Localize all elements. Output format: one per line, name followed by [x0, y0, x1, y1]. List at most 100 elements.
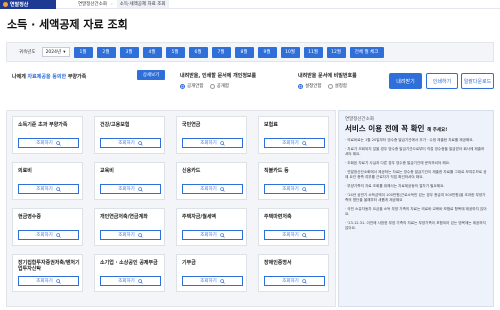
view-button-label: 조회하기: [118, 279, 135, 284]
radio-checked-icon: [180, 83, 185, 89]
search-icon: [138, 278, 143, 284]
view-button[interactable]: 조회하기: [182, 138, 243, 148]
view-button[interactable]: 조회하기: [100, 230, 161, 240]
radio-label: 설정안함: [305, 84, 322, 89]
month-button-12[interactable]: 12월: [326, 46, 346, 58]
view-button-label: 조회하기: [282, 279, 299, 284]
notice-title-suffix: 해 주세요!: [427, 128, 448, 133]
card-title: 개인연금저축/연금계좌: [100, 214, 148, 220]
view-button[interactable]: 조회하기: [18, 138, 79, 148]
password-radio-group: 설정안함 설정함: [298, 83, 357, 89]
notice-title: 서비스 이용 전에 꼭 확인 해 주세요!: [345, 123, 487, 134]
view-button[interactable]: 조회하기: [18, 276, 79, 286]
view-button[interactable]: 조회하기: [18, 230, 79, 240]
view-button[interactable]: 조회하기: [182, 276, 243, 286]
month-button-5[interactable]: 5월: [165, 46, 185, 58]
notice-item: · 부양가족의 자료 조회를 위해서는 자료제공동의 절차가 필요해요.: [345, 184, 445, 188]
view-button[interactable]: 조회하기: [182, 184, 243, 194]
view-button-label: 조회하기: [200, 141, 217, 146]
deduction-card: 현금영수증조회하기: [12, 208, 83, 246]
consent-label-highlight: 자료제공을 동의한: [27, 74, 67, 80]
year-month-filter: 귀속년도 2024년 ▾ 1월 2월 3월 4월 5월 6월 7월 8월 9월 …: [6, 42, 494, 62]
view-button[interactable]: 조회하기: [100, 184, 161, 194]
download-button[interactable]: 내려받기: [389, 73, 422, 89]
bulk-download-button[interactable]: 일괄다운로드: [461, 73, 494, 89]
deduction-card: 주택마련저축 조회하기: [258, 208, 329, 246]
card-title: 현금영수증: [18, 214, 42, 220]
deduction-card: 교육비조회하기: [94, 162, 165, 200]
breadcrumb-item-current[interactable]: 소득·세액공제 자료 조회: [116, 0, 169, 8]
month-button-2[interactable]: 2월: [96, 46, 116, 58]
notice-item: · '23.12.31. 이전에 사망한 부양 가족의 자료는 부양가족이 포함…: [345, 221, 486, 230]
print-button[interactable]: 인쇄하기: [426, 73, 458, 89]
top-bar: 연말정산 연말정산간소화 › 소득·세액공제 자료 조회: [0, 0, 500, 9]
month-button-8[interactable]: 8월: [234, 46, 254, 58]
month-button-7[interactable]: 7월: [211, 46, 231, 58]
month-button-1[interactable]: 1월: [73, 46, 93, 58]
card-title: 신용카드: [182, 168, 201, 174]
password-option: 내려받을 문서에 비밀번호를 설정안함 설정함: [298, 72, 357, 89]
month-button-10[interactable]: 10월: [280, 46, 300, 58]
view-button[interactable]: 조회하기: [264, 184, 325, 194]
deduction-card: 장애인증명서조회하기: [258, 254, 329, 292]
year-select[interactable]: 2024년 ▾: [41, 47, 70, 57]
password-radio-off[interactable]: 설정안함: [298, 83, 322, 89]
search-icon: [220, 278, 225, 284]
view-button[interactable]: 조회하기: [18, 184, 79, 194]
radio-unchecked-icon: [209, 83, 215, 89]
deduction-card: 주택자금/월세액 조회하기: [176, 208, 247, 246]
month-button-6[interactable]: 6월: [188, 46, 208, 58]
privacy-label: 내려받을, 인쇄할 문서에 개인정보를: [180, 73, 257, 79]
view-button-label: 조회하기: [36, 279, 53, 284]
card-title: 장애인증명서: [264, 260, 292, 266]
view-button-label: 조회하기: [200, 233, 217, 238]
notice-item: · 조회된 자료가 사실과 다른 경우 영수증 발급기관에 문의하셔야 해요.: [345, 161, 451, 165]
search-icon: [302, 186, 307, 192]
notice-item: · 국민 소유자동차 요금을 소득 부양 가족의 자료는 의료비·교육비·보험료…: [345, 207, 487, 216]
search-icon: [302, 278, 307, 284]
radio-label: 공개함: [216, 84, 229, 89]
search-icon: [302, 140, 307, 146]
deduction-card: 소기업 · 소상공인 공제부금조회하기: [94, 254, 165, 292]
view-button-label: 조회하기: [36, 187, 53, 192]
card-title: 교육비: [100, 168, 114, 174]
card-title: 의료비: [18, 168, 32, 174]
deduction-card: 의료비조회하기: [12, 162, 83, 200]
month-button-11[interactable]: 11월: [303, 46, 323, 58]
card-title: 건강/고용보험: [100, 122, 130, 128]
privacy-radio-hide[interactable]: 공개안함: [180, 83, 204, 89]
notice-item: · 연말정산간소화에서 제공하는 자료는 영수증 발급기관이 제출한 자료를 그…: [345, 170, 487, 179]
deduction-card: 직불카드 등 조회하기: [258, 162, 329, 200]
view-button-label: 조회하기: [118, 141, 135, 146]
radio-label: 설정함: [334, 84, 347, 89]
breadcrumb-item[interactable]: 연말정산간소화: [78, 1, 107, 7]
view-button[interactable]: 조회하기: [264, 276, 325, 286]
deduction-card: 개인연금저축/연금계좌조회하기: [94, 208, 165, 246]
search-icon: [220, 140, 225, 146]
view-button-label: 조회하기: [282, 233, 299, 238]
notice-item: · '24년 상반기 소득금액이 100만원(근로소득만 있는 경우 총급여 5…: [345, 193, 486, 202]
notice-title-main: 서비스 이용 전에 꼭 확인: [345, 124, 425, 133]
deduction-card: 기부금 조회하기: [176, 254, 247, 292]
view-button[interactable]: 조회하기: [182, 230, 243, 240]
search-icon: [302, 232, 307, 238]
month-button-9[interactable]: 9월: [257, 46, 277, 58]
logo[interactable]: 연말정산: [0, 0, 56, 9]
all-months-button[interactable]: 전체 월 체크: [349, 46, 384, 58]
detail-button[interactable]: 상세보기: [137, 70, 165, 80]
deduction-card: 건강/고용보험조회하기: [94, 116, 165, 154]
view-button[interactable]: 조회하기: [100, 276, 161, 286]
month-button-4[interactable]: 4월: [142, 46, 162, 58]
notice-subtitle: 연말정산간소화: [345, 117, 374, 122]
view-button-label: 조회하기: [282, 187, 299, 192]
password-radio-on[interactable]: 설정함: [327, 83, 347, 89]
radio-unchecked-icon: [327, 83, 333, 89]
view-button[interactable]: 조회하기: [264, 138, 325, 148]
radio-checked-icon: [298, 83, 303, 89]
search-icon: [56, 232, 61, 238]
view-button[interactable]: 조회하기: [100, 138, 161, 148]
privacy-radio-show[interactable]: 공개함: [209, 83, 229, 89]
month-button-3[interactable]: 3월: [119, 46, 139, 58]
card-title: 소기업 · 소상공인 공제부금: [100, 260, 158, 266]
view-button[interactable]: 조회하기: [264, 230, 325, 240]
